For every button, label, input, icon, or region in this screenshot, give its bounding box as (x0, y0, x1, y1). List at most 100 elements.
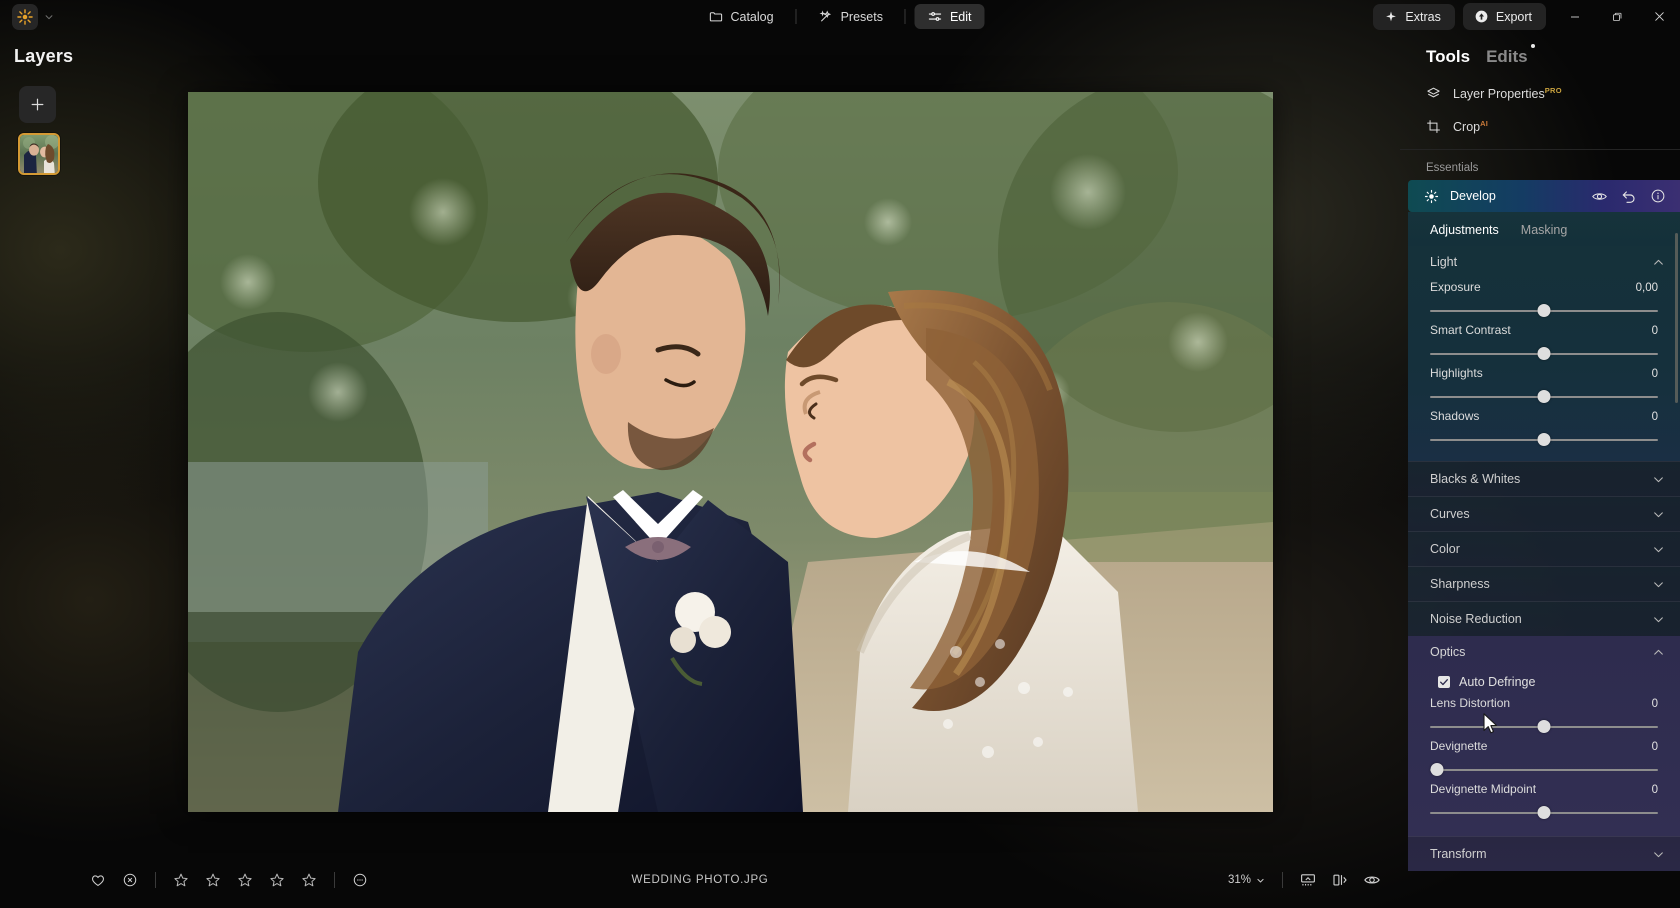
slider-smart-contrast-knob[interactable] (1537, 347, 1551, 361)
group-light-header[interactable]: Light (1408, 246, 1680, 277)
checkbox-checked-icon[interactable] (1438, 676, 1450, 689)
checkbox-auto-defringe-label: Auto Defringe (1459, 675, 1536, 690)
chevron-down-icon (1257, 878, 1264, 882)
slider-highlights-track[interactable] (1430, 390, 1658, 404)
group-optics: Optics Auto Defringe Lens Distortion 0 De… (1408, 636, 1680, 837)
tab-edits[interactable]: Edits (1486, 44, 1535, 67)
extras-button[interactable]: Extras (1373, 3, 1455, 30)
slider-lens-distortion-knob[interactable] (1537, 720, 1551, 734)
nav-catalog[interactable]: Catalog (695, 4, 786, 29)
main-navigation: Catalog Presets Edit (695, 4, 985, 30)
slider-lens-distortion: Lens Distortion 0 (1408, 693, 1680, 736)
develop-reset-undo-icon[interactable] (1621, 188, 1637, 204)
group-light-title: Light (1430, 255, 1458, 270)
tools-panel-tabs: Tools Edits (1400, 33, 1680, 77)
plus-icon (31, 98, 44, 111)
slider-exposure-track[interactable] (1430, 304, 1658, 318)
close-icon[interactable] (1638, 0, 1680, 33)
slider-devignette-value: 0 (1651, 741, 1658, 754)
group-curves-title: Curves (1430, 507, 1470, 522)
heart-icon[interactable] (82, 864, 114, 896)
slider-shadows-track[interactable] (1430, 433, 1658, 447)
group-curves[interactable]: Curves (1408, 496, 1680, 532)
star-rating-4[interactable] (261, 864, 293, 896)
bottom-bar: WEDDING PHOTO.JPG 31% (0, 852, 1400, 908)
star-rating-2[interactable] (197, 864, 229, 896)
slider-exposure-value: 0,00 (1635, 282, 1658, 295)
chevron-down-icon (1654, 617, 1663, 623)
tools-panel-scrollbar[interactable] (1675, 233, 1678, 403)
section-label-essentials: Essentials (1400, 149, 1680, 180)
slider-shadows-label: Shadows (1430, 409, 1480, 424)
chevron-down-icon[interactable] (44, 12, 54, 22)
slider-shadows-knob[interactable] (1537, 433, 1551, 447)
chevron-down-icon (1654, 852, 1663, 858)
checkbox-auto-defringe[interactable]: Auto Defringe (1408, 667, 1680, 693)
nav-edit[interactable]: Edit (914, 4, 985, 29)
tab-tools-label: Tools (1426, 47, 1471, 66)
develop-info-icon[interactable] (1650, 188, 1666, 204)
crop-icon (1427, 120, 1440, 134)
circle-more-icon[interactable] (344, 864, 376, 896)
slider-exposure-label: Exposure (1430, 280, 1481, 295)
chevron-down-icon (1654, 512, 1663, 518)
restore-icon[interactable] (1596, 0, 1638, 33)
group-blacks-whites[interactable]: Blacks & Whites (1408, 461, 1680, 497)
slider-highlights-knob[interactable] (1537, 390, 1551, 404)
subtab-adjustments[interactable]: Adjustments (1430, 223, 1499, 237)
subtab-masking[interactable]: Masking (1521, 223, 1568, 237)
group-sharpness[interactable]: Sharpness (1408, 566, 1680, 602)
slider-devignette-track[interactable] (1430, 763, 1658, 777)
app-logo-group[interactable] (0, 3, 54, 30)
slider-devignette-rail (1430, 769, 1658, 772)
tab-tools[interactable]: Tools (1426, 47, 1470, 67)
add-layer-button[interactable] (19, 86, 56, 123)
tool-crop[interactable]: CropAI (1400, 110, 1680, 143)
slider-highlights-label: Highlights (1430, 366, 1483, 381)
tool-layer-properties[interactable]: Layer PropertiesPRO (1400, 77, 1680, 110)
nav-catalog-label: Catalog (730, 9, 774, 24)
top-bar: Catalog Presets Edit Extras Export (0, 0, 1680, 33)
slider-lens-distortion-track[interactable] (1430, 720, 1658, 734)
slider-devignette-midpoint-knob[interactable] (1537, 806, 1551, 820)
slider-devignette-midpoint-track[interactable] (1430, 806, 1658, 820)
develop-visibility-eye-icon[interactable] (1591, 188, 1608, 205)
slider-shadows: Shadows 0 (1408, 406, 1680, 449)
group-color[interactable]: Color (1408, 531, 1680, 567)
nav-edit-label: Edit (949, 9, 972, 24)
minimize-icon[interactable] (1554, 0, 1596, 33)
zoom-level-control[interactable]: 31% (1220, 874, 1273, 886)
slider-devignette-label: Devignette (1430, 739, 1488, 754)
layers-icon (1427, 87, 1440, 98)
export-button[interactable]: Export (1462, 3, 1546, 30)
group-transform-title: Transform (1430, 847, 1487, 862)
compare-split-icon[interactable] (1324, 864, 1356, 896)
chevron-up-icon (1654, 649, 1663, 655)
group-transform[interactable]: Transform (1408, 836, 1680, 872)
sunburst-logo-icon[interactable] (12, 3, 38, 30)
slider-exposure-knob[interactable] (1537, 304, 1551, 318)
eye-icon[interactable] (1356, 864, 1388, 896)
slider-highlights: Highlights 0 (1408, 363, 1680, 406)
tool-crop-label: Crop (1453, 120, 1481, 135)
window-controls-group: Extras Export (1373, 0, 1680, 33)
star-rating-5[interactable] (293, 864, 325, 896)
photo-canvas[interactable] (188, 92, 1273, 812)
star-rating-3[interactable] (229, 864, 261, 896)
tab-edits-label: Edits (1486, 47, 1528, 66)
slider-devignette-knob[interactable] (1430, 763, 1444, 777)
group-optics-header[interactable]: Optics (1408, 636, 1680, 667)
develop-tool-header[interactable]: Develop (1408, 180, 1680, 213)
slider-smart-contrast-label: Smart Contrast (1430, 323, 1511, 338)
circle-x-icon[interactable] (114, 864, 146, 896)
nav-divider-2 (904, 9, 906, 24)
bottom-divider-2 (334, 872, 335, 888)
sparkle-wand-icon (819, 10, 832, 22)
star-rating-1[interactable] (165, 864, 197, 896)
nav-presets[interactable]: Presets (806, 4, 896, 29)
group-noise-reduction[interactable]: Noise Reduction (1408, 601, 1680, 637)
layer-thumbnail-wedding-photo[interactable] (18, 133, 60, 175)
filmstrip-icon[interactable] (1292, 864, 1324, 896)
rating-controls (0, 864, 376, 896)
slider-smart-contrast-track[interactable] (1430, 347, 1658, 361)
